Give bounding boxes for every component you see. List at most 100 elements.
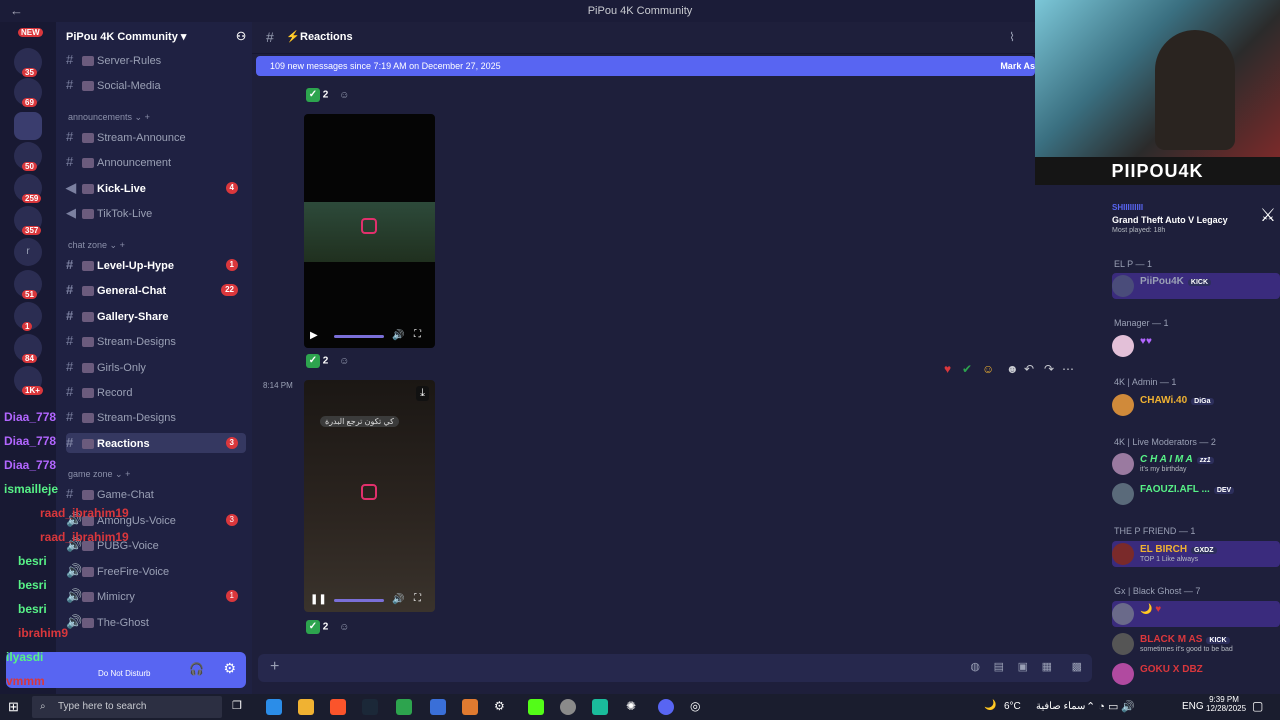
steam-icon[interactable]: [362, 699, 378, 715]
server-header[interactable]: PiPou 4K Community ▾ ⚇: [66, 30, 246, 48]
app-icon[interactable]: [266, 699, 282, 715]
channel-stream-announce[interactable]: # Stream-Announce: [66, 127, 246, 147]
channel-girls-only[interactable]: # Girls-Only: [66, 357, 246, 377]
reply-icon[interactable]: ↶: [1024, 362, 1034, 376]
channel-general-chat[interactable]: # General-Chat 22: [66, 280, 246, 300]
member-item[interactable]: PiiPou4K KICK: [1112, 273, 1280, 299]
language-indicator[interactable]: ENG: [1182, 701, 1204, 712]
more-icon[interactable]: ⋯: [1062, 362, 1074, 376]
chat-username: vmmm: [6, 674, 45, 688]
sticker-icon[interactable]: ▣: [1018, 660, 1028, 673]
hash-icon: #: [66, 257, 74, 272]
add-attachment-icon[interactable]: +: [270, 658, 279, 676]
category-chat-zone[interactable]: chat zone ⌄ +: [68, 240, 248, 251]
member-item[interactable]: FAOUZI.AFL ... DEV: [1112, 481, 1280, 507]
gear-icon[interactable]: ⚙: [223, 660, 236, 677]
obs-icon[interactable]: ◎: [690, 699, 706, 715]
channel-level-up-hype[interactable]: # Level-Up-Hype 1: [66, 255, 246, 275]
avatar: [1112, 663, 1134, 685]
reaction-check[interactable]: ✓ 2 ☺: [306, 354, 349, 372]
steam-settings-icon[interactable]: ✺: [626, 699, 642, 715]
laugh-icon[interactable]: ☺: [982, 362, 994, 376]
volume-slider[interactable]: [334, 599, 384, 602]
member-item[interactable]: EL BIRCH GXDZ TOP 1 Like always: [1112, 541, 1280, 567]
channel-stream-designs[interactable]: # Stream-Designs: [66, 331, 246, 351]
task-view-icon[interactable]: ❐: [232, 699, 248, 715]
pause-icon[interactable]: ❚❚: [310, 594, 327, 605]
member-item[interactable]: CHAWi.40 DiGa: [1112, 392, 1280, 418]
back-arrow-icon[interactable]: ←: [10, 0, 23, 22]
add-member-icon[interactable]: ⚇: [236, 30, 246, 43]
gift-icon[interactable]: ◍: [970, 660, 980, 673]
heart-icon[interactable]: ♥: [944, 362, 951, 376]
check-icon: ✓: [306, 88, 320, 102]
gif-icon[interactable]: ▤: [994, 660, 1004, 673]
member-name: EL BIRCH GXDZ: [1140, 544, 1217, 555]
category-announcements[interactable]: announcements ⌄ +: [68, 112, 248, 123]
channel-record[interactable]: # Record: [66, 382, 246, 402]
reaction-check[interactable]: ✓ 2 ☺: [306, 620, 349, 638]
threads-icon[interactable]: ⌇: [1009, 30, 1015, 44]
app-icon[interactable]: [430, 699, 446, 715]
activity-card[interactable]: SHIIIIIIIII Grand Theft Auto V Legacy Mo…: [1112, 201, 1276, 241]
server-icon[interactable]: r: [14, 238, 42, 266]
settings-icon[interactable]: ⚙: [494, 699, 510, 715]
member-list: SHIIIIIIIII Grand Theft Auto V Legacy Mo…: [1096, 185, 1280, 694]
browser-icon[interactable]: [330, 699, 346, 715]
add-reaction-icon[interactable]: ☺: [339, 356, 349, 367]
member-group-title: 4K | Admin — 1: [1114, 377, 1177, 387]
folder-icon[interactable]: [14, 112, 42, 140]
windows-start-icon[interactable]: ⊞: [8, 699, 19, 715]
channel-tiktok-live[interactable]: ◀ TikTok-Live: [66, 203, 246, 223]
fullscreen-icon[interactable]: ⛶: [414, 329, 421, 340]
fullscreen-icon[interactable]: ⛶: [414, 593, 421, 604]
taskbar-search[interactable]: ⌕ Type here to search: [32, 696, 222, 718]
folder-icon[interactable]: [298, 699, 314, 715]
video-attachment[interactable]: ▶ 🔊 ⛶: [304, 114, 435, 348]
discord-icon[interactable]: [658, 699, 674, 715]
channel-social-media[interactable]: # Social-Media: [66, 75, 246, 95]
member-item[interactable]: ♥♥: [1112, 333, 1280, 359]
channel-kick-live[interactable]: ◀ Kick-Live 4: [66, 178, 246, 198]
apps-icon[interactable]: ▩: [1072, 660, 1082, 673]
volume-slider[interactable]: [334, 335, 384, 338]
video-attachment-playing[interactable]: ⤓ كي تكون ترجع البدرة ❚❚ 🔊 ⛶: [304, 380, 435, 612]
notifications-icon[interactable]: ▢: [1252, 699, 1263, 713]
kick-icon[interactable]: [528, 699, 544, 715]
download-icon[interactable]: ⤓: [416, 386, 429, 401]
member-item[interactable]: GOKU X DBZ: [1112, 661, 1280, 687]
channel-gallery-share[interactable]: # Gallery-Share: [66, 306, 246, 326]
member-item[interactable]: BLACK M AS KICK sometimes it's good to be…: [1112, 631, 1280, 657]
clock[interactable]: 9:39 PM 12/28/2025: [1206, 695, 1246, 713]
add-reaction-icon[interactable]: ☻: [1006, 362, 1019, 376]
instagram-icon: [361, 218, 377, 234]
app-icon[interactable]: [462, 699, 478, 715]
volume-icon[interactable]: 🔊: [392, 330, 404, 341]
server-badge: 1K+: [22, 386, 43, 395]
hash-icon: #: [266, 29, 274, 45]
member-status: sometimes it's good to be bad: [1140, 646, 1233, 653]
tray-icons[interactable]: ⌃ ◔ ▭ 🔊: [1086, 700, 1135, 713]
activity-played: Most played: 18h: [1112, 227, 1166, 234]
channel-announcement[interactable]: # Announcement: [66, 152, 246, 172]
play-icon[interactable]: ▶: [310, 330, 318, 341]
emoji-icon[interactable]: ▦: [1042, 660, 1052, 673]
mark-as-read-button[interactable]: Mark As: [1000, 56, 1035, 76]
app-icon[interactable]: [592, 699, 608, 715]
member-item[interactable]: C H A I M Azz1 it's my birthday: [1112, 451, 1280, 477]
app-icon[interactable]: [396, 699, 412, 715]
chat-username: ismailleje: [4, 482, 59, 496]
message-composer[interactable]: + ◍ ▤ ▣ ▦ ▩: [258, 654, 1092, 682]
game-logo-icon: ⚔: [1259, 205, 1276, 225]
add-reaction-icon[interactable]: ☺: [339, 622, 349, 633]
reaction-check[interactable]: ✓ 2 ☺: [306, 88, 349, 106]
add-reaction-icon[interactable]: ☺: [339, 90, 349, 101]
check-icon[interactable]: ✔: [962, 362, 972, 376]
member-name: GOKU X DBZ: [1140, 664, 1203, 675]
volume-icon[interactable]: 🔊: [392, 594, 404, 605]
new-messages-banner[interactable]: 109 new messages since 7:19 AM on Decemb…: [256, 56, 1035, 76]
app-icon[interactable]: [560, 699, 576, 715]
channel-server-rules[interactable]: # Server-Rules: [66, 50, 246, 70]
forward-icon[interactable]: ↷: [1044, 362, 1054, 376]
member-item[interactable]: 🌙 ♥: [1112, 601, 1280, 627]
